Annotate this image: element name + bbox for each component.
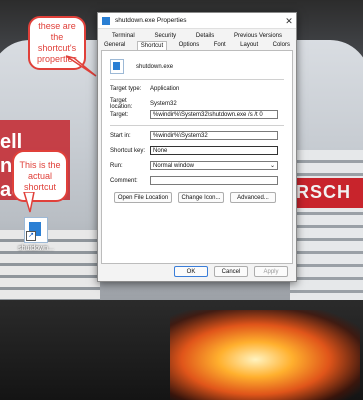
change-icon-button[interactable]: Change Icon... <box>178 192 224 203</box>
tab-security[interactable]: Security <box>151 32 179 41</box>
shortcut-header: shutdown.exe <box>110 59 173 74</box>
desktop-shortcut-label: shutdown... <box>18 245 54 252</box>
start-in-field[interactable]: %windir%\System32 <box>150 131 278 140</box>
properties-dialog: shutdown.exe Properties ✕ Terminal Secur… <box>97 12 297 282</box>
tab-terminal[interactable]: Terminal <box>109 32 138 41</box>
tab-row-back: Terminal Security Details Previous Versi… <box>101 32 293 41</box>
shortcut-app-icon: ↗ <box>24 217 48 243</box>
run-select[interactable]: Normal window ⌄ <box>150 161 278 170</box>
run-row: Run: Normal window ⌄ <box>110 161 278 170</box>
wallpaper-text-right: RSCH <box>296 182 352 202</box>
callout-shortcut-tail <box>23 192 35 213</box>
dialog-titlebar: shutdown.exe Properties ✕ <box>98 13 296 29</box>
dialog-title: shutdown.exe Properties <box>115 17 187 24</box>
target-location-value: System32 <box>150 101 177 107</box>
shortcut-key-field[interactable]: None <box>150 146 278 155</box>
start-in-row: Start in: %windir%\System32 <box>110 131 278 140</box>
separator <box>110 79 284 80</box>
callout-properties-tail <box>65 55 97 77</box>
advanced-button[interactable]: Advanced... <box>230 192 276 203</box>
shortcut-file-icon <box>110 59 124 74</box>
shortcut-key-row: Shortcut key: None <box>110 146 278 155</box>
target-field[interactable]: %windir%\System32\shutdown.exe /s /t 0 <box>150 110 278 119</box>
shortcut-arrow-icon: ↗ <box>26 231 36 241</box>
tab-general[interactable]: General <box>101 41 128 50</box>
target-location-row: Target location: System32 <box>110 98 177 110</box>
tab-strip: Terminal Security Details Previous Versi… <box>98 29 296 50</box>
tab-layout[interactable]: Layout <box>237 41 261 50</box>
comment-field[interactable] <box>150 176 278 185</box>
tab-details[interactable]: Details <box>193 32 217 41</box>
target-type-value: Application <box>150 86 180 92</box>
shortcut-name: shutdown.exe <box>136 63 174 70</box>
desktop-shortcut-icon[interactable]: ↗ shutdown... <box>16 217 56 252</box>
tab-previous-versions[interactable]: Previous Versions <box>231 32 285 41</box>
start-in-label: Start in: <box>110 132 131 139</box>
tab-row-front: General Shortcut Options Font Layout Col… <box>101 41 293 50</box>
apply-button[interactable]: Apply <box>254 266 288 277</box>
target-type-row: Target type: Application <box>110 86 179 92</box>
comment-row: Comment: <box>110 176 278 185</box>
shortcut-key-label: Shortcut key: <box>110 147 146 154</box>
callout-shortcut-text: This is the actual shortcut <box>19 159 61 192</box>
tab-font[interactable]: Font <box>211 41 229 50</box>
chevron-down-icon: ⌄ <box>269 163 275 169</box>
shortcut-tab-panel: shutdown.exe Target type: Application Ta… <box>101 50 293 264</box>
run-select-value: Normal window <box>153 163 195 169</box>
open-file-location-button[interactable]: Open File Location <box>114 192 172 203</box>
tab-shortcut[interactable]: Shortcut <box>136 41 168 50</box>
close-icon[interactable]: ✕ <box>282 15 296 27</box>
target-row: Target: %windir%\System32\shutdown.exe /… <box>110 110 278 119</box>
target-location-label: Target location: <box>110 98 133 110</box>
cancel-button[interactable]: Cancel <box>214 266 248 277</box>
target-label: Target: <box>110 111 129 118</box>
comment-label: Comment: <box>110 177 138 184</box>
app-icon <box>101 15 111 26</box>
target-type-label: Target type: <box>110 86 142 92</box>
tab-options[interactable]: Options <box>176 41 203 50</box>
tab-colors[interactable]: Colors <box>270 41 293 50</box>
run-label: Run: <box>110 162 123 169</box>
separator <box>110 125 284 126</box>
ok-button[interactable]: OK <box>174 266 208 277</box>
